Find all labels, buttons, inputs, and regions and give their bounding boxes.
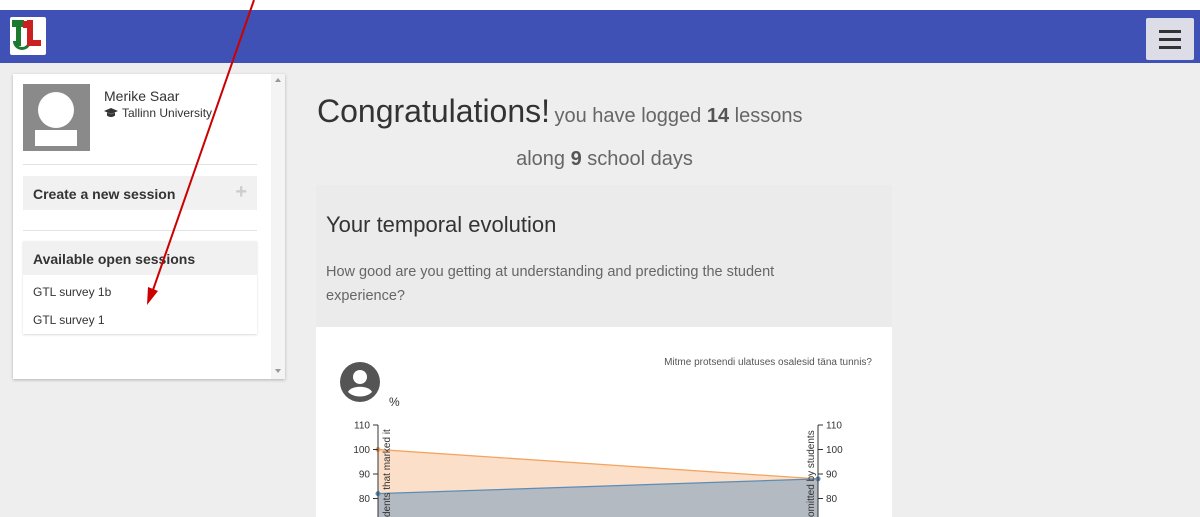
top-app-bar [0,10,1200,63]
plus-icon: + [235,181,247,203]
y-tick-label-right: 110 [826,421,842,432]
user-name: Merike Saar [104,88,180,104]
y-tick-label-left: 80 [359,494,371,505]
y-tick-label-right: 80 [826,494,838,505]
congrats-headline: Congratulations! you have logged 14 less… [317,93,892,130]
days-count: 9 [570,148,582,170]
y-tick-label-left: 110 [354,421,370,432]
school-days-line: along 9 school days [317,148,892,171]
y-axis-label-right: omitted by students [806,430,817,517]
org-name: Tallinn University [122,106,213,120]
sidebar: Merike Saar Tallinn University Create a … [13,74,285,379]
open-sessions-panel: Available open sessions GTL survey 1b GT… [23,241,257,334]
y-tick-label-right: 90 [826,470,838,481]
card-title: Your temporal evolution [326,212,557,237]
session-item[interactable]: GTL survey 1 [33,313,105,327]
y-tick-label-left: 100 [353,445,370,456]
graduation-cap-icon [104,108,118,117]
app-logo[interactable] [10,17,46,55]
lessons-label: lessons [734,105,803,127]
user-circle-icon [340,362,380,402]
menu-button[interactable] [1146,18,1194,60]
hamburger-menu-icon [1159,29,1181,33]
create-session-button[interactable]: Create a new session + [23,176,257,210]
divider [23,230,257,231]
congrats-title: Congratulations! [317,93,551,129]
temporal-evolution-card: Your temporal evolution How good are you… [316,185,892,327]
session-item[interactable]: GTL survey 1b [33,285,111,299]
user-org: Tallinn University [104,106,212,120]
card-description: How good are you getting at understandin… [326,264,775,304]
chart-panel: Mitme protsendi ulatuses osalesid täna t… [316,327,892,517]
user-profile: Merike Saar Tallinn University [23,84,257,164]
scroll-down-icon[interactable] [275,369,281,373]
open-sessions-heading: Available open sessions [23,241,257,275]
divider [23,164,257,165]
y-axis-label-left: dents that marked it [382,429,393,517]
create-session-label: Create a new session [33,186,176,202]
scroll-up-icon[interactable] [275,78,281,82]
sidebar-scrollbar[interactable] [271,74,285,379]
chart-question: Mitme protsendi ulatuses osalesid täna t… [664,357,872,368]
days-label: school days [587,148,693,170]
lessons-count: 14 [706,105,730,127]
logged-prefix: you have logged [554,105,702,127]
avatar [23,84,90,151]
area-chart: 110 100 90 80 110 100 90 80 dents that marked it… [353,421,843,517]
logo-icon [12,20,41,50]
percent-label: % [389,395,400,409]
y-tick-label-left: 90 [359,470,371,481]
top-strip [0,0,1200,10]
days-prefix: along [516,148,566,170]
y-tick-label-right: 100 [826,445,843,456]
